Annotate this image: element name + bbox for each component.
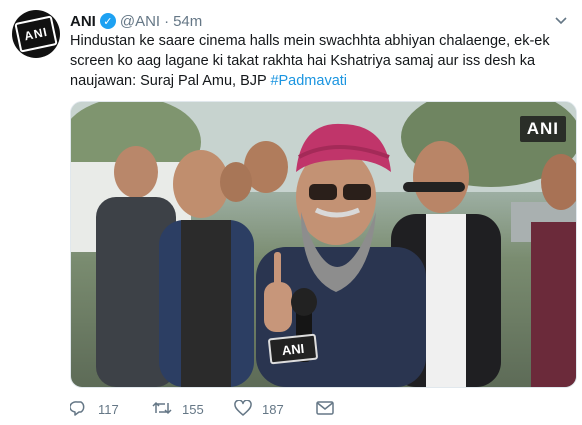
like-icon xyxy=(234,399,252,419)
avatar[interactable]: ANI xyxy=(12,10,60,58)
retweet-icon xyxy=(152,400,172,419)
reply-button[interactable]: 117 xyxy=(69,400,152,419)
tweet-actions: 117 155 187 xyxy=(69,398,334,420)
separator: · xyxy=(164,12,170,30)
tweet-header: ANI ✓ @ANI · 54m xyxy=(70,11,202,31)
hashtag-link[interactable]: #Padmavati xyxy=(270,73,347,89)
like-button[interactable]: 187 xyxy=(234,399,316,419)
reply-count: 117 xyxy=(98,401,119,417)
tweet: ANI ANI ✓ @ANI · 54m Hindustan ke saare … xyxy=(0,0,582,425)
tweet-photo[interactable]: ANI ANI xyxy=(70,101,577,388)
display-name[interactable]: ANI xyxy=(70,13,96,30)
message-icon xyxy=(316,400,334,418)
user-handle[interactable]: @ANI xyxy=(120,13,160,30)
like-count: 187 xyxy=(262,401,284,417)
mic-flag-logo: ANI xyxy=(267,333,319,365)
chevron-down-icon[interactable] xyxy=(552,12,570,30)
direct-message-button[interactable] xyxy=(316,400,334,418)
timestamp[interactable]: 54m xyxy=(173,13,202,30)
reply-icon xyxy=(69,400,88,419)
retweet-button[interactable]: 155 xyxy=(152,400,234,419)
avatar-logo: ANI xyxy=(14,15,58,53)
photo-watermark: ANI xyxy=(519,116,566,142)
photo-illustration xyxy=(71,102,576,387)
tweet-text: Hindustan ke saare cinema halls mein swa… xyxy=(70,31,570,91)
retweet-count: 155 xyxy=(182,401,204,417)
verified-badge-icon: ✓ xyxy=(99,13,116,29)
